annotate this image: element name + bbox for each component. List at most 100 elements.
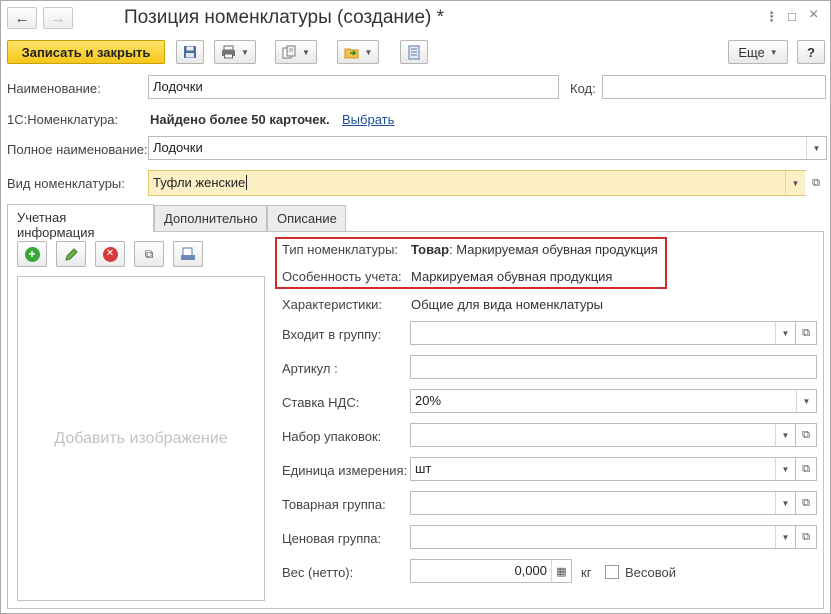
product-group-open-icon[interactable]: ⧉ [795,491,817,515]
more-button[interactable]: Еще ▼ [728,40,788,64]
maximize-icon[interactable]: □ [788,9,796,24]
tab-accounting-info[interactable]: Учетная информация [7,204,154,240]
print-button[interactable]: ▼ [214,40,256,64]
packaging-field[interactable]: ▼ [410,423,796,447]
list-document-icon [408,45,420,59]
copy-image-button[interactable]: ⧉ [134,241,164,267]
weight-label: Вес (нетто): [282,565,354,580]
add-image-button[interactable]: + [17,241,47,267]
packaging-label: Набор упаковок: [282,429,382,444]
vat-field[interactable]: 20% ▼ [410,389,817,413]
plus-circle-icon: + [24,246,40,262]
chevron-down-icon: ▼ [241,47,249,57]
chevron-down-icon: ▼ [364,47,373,57]
type-value-rest: : Маркируемая обувная продукция [449,242,658,257]
chevron-down-icon[interactable]: ▼ [806,137,826,159]
group-open-icon[interactable]: ⧉ [795,321,817,345]
unit-label: Единица измерения: [282,463,408,478]
copy-icon: ⧉ [144,246,154,261]
related-documents-button[interactable]: ▼ [337,40,379,64]
vat-label: Ставка НДС: [282,395,360,410]
c1-found-text: Найдено более 50 карточек. [150,112,330,127]
close-icon[interactable]: × [809,6,818,24]
more-icon[interactable]: ⋮ [765,9,778,25]
pencil-icon [64,247,78,261]
chevron-down-icon[interactable]: ▼ [775,492,795,514]
report-button[interactable] [400,40,428,64]
weighted-checkbox[interactable] [605,565,619,579]
unit-field[interactable]: шт ▼ [410,457,796,481]
group-label: Входит в группу: [282,327,382,342]
type-value-bold: Товар [411,242,450,257]
product-group-field[interactable]: ▼ [410,491,796,515]
tab-additional[interactable]: Дополнительно [154,205,267,231]
save-and-close-button[interactable]: Записать и закрыть [7,40,165,64]
calculator-icon[interactable]: ▦ [551,560,571,582]
delete-circle-icon: ✕ [102,246,118,262]
chevron-down-icon: ▼ [302,47,310,57]
printer-icon [222,45,236,59]
c1-nomenclature-label: 1С:Номенклатура: [7,112,119,127]
folder-arrow-icon [344,48,359,59]
help-button[interactable]: ? [797,40,825,64]
feature-label: Особенность учета: [282,269,402,284]
weight-value: 0,000 [514,563,547,578]
characteristics-label: Характеристики: [282,297,383,312]
open-icon[interactable]: ⧉ [805,171,827,195]
window-title: Позиция номенклатуры (создание) * [124,7,445,28]
c1-select-link[interactable]: Выбрать [342,112,394,127]
arrow-right-icon: → [50,9,66,27]
characteristics-value: Общие для вида номенклатуры [411,297,603,312]
weight-unit: кг [581,565,592,580]
price-group-label: Ценовая группа: [282,531,382,546]
tab-description[interactable]: Описание [267,205,346,231]
unit-open-icon[interactable]: ⧉ [795,457,817,481]
back-button[interactable]: ← [7,7,37,29]
kind-label: Вид номенклатуры: [7,176,125,191]
type-value: Товар: Маркируемая обувная продукция [411,242,658,257]
chevron-down-icon[interactable]: ▼ [775,458,795,480]
forward-button[interactable]: → [43,7,73,29]
code-field[interactable] [602,75,826,99]
full-name-value: Лодочки [153,140,203,155]
documents-icon [282,45,296,59]
weight-field[interactable]: 0,000 ▦ [410,559,572,583]
weighted-label: Весовой [625,565,677,580]
full-name-label: Полное наименование: [7,142,148,157]
scan-image-button[interactable] [173,241,203,267]
image-drop-area[interactable]: Добавить изображение [17,276,265,601]
code-label: Код: [570,81,596,96]
vat-value: 20% [415,393,442,408]
type-label: Тип номенклатуры: [282,242,399,257]
floppy-disk-icon [184,46,196,58]
arrow-left-icon: ← [14,9,30,27]
chevron-down-icon[interactable]: ▼ [775,424,795,446]
full-name-field[interactable]: Лодочки ▼ [148,136,827,160]
group-field[interactable]: ▼ [410,321,796,345]
price-group-open-icon[interactable]: ⧉ [795,525,817,549]
name-field[interactable]: Лодочки [148,75,559,99]
edit-image-button[interactable] [56,241,86,267]
more-button-label: Еще [738,44,765,60]
chevron-down-icon: ▼ [769,47,778,57]
article-label: Артикул : [282,361,338,376]
kind-field[interactable]: Туфли женские ▼ [148,170,806,196]
save-button[interactable] [176,40,204,64]
chevron-down-icon[interactable]: ▼ [775,526,795,548]
unit-value: шт [415,461,432,476]
create-based-on-button[interactable]: ▼ [275,40,317,64]
article-field[interactable] [410,355,817,379]
feature-value: Маркируемая обувная продукция [411,269,613,284]
packaging-open-icon[interactable]: ⧉ [795,423,817,447]
chevron-down-icon[interactable]: ▼ [785,171,805,195]
scanner-icon [181,247,195,260]
delete-image-button[interactable]: ✕ [95,241,125,267]
kind-value: Туфли женские [153,175,246,190]
chevron-down-icon[interactable]: ▼ [796,390,816,412]
price-group-field[interactable]: ▼ [410,525,796,549]
image-placeholder: Добавить изображение [54,429,228,447]
product-group-label: Товарная группа: [282,497,386,512]
name-label: Наименование: [7,81,101,96]
form-window: ← → Позиция номенклатуры (создание) * ⋮ … [0,0,831,614]
chevron-down-icon[interactable]: ▼ [775,322,795,344]
